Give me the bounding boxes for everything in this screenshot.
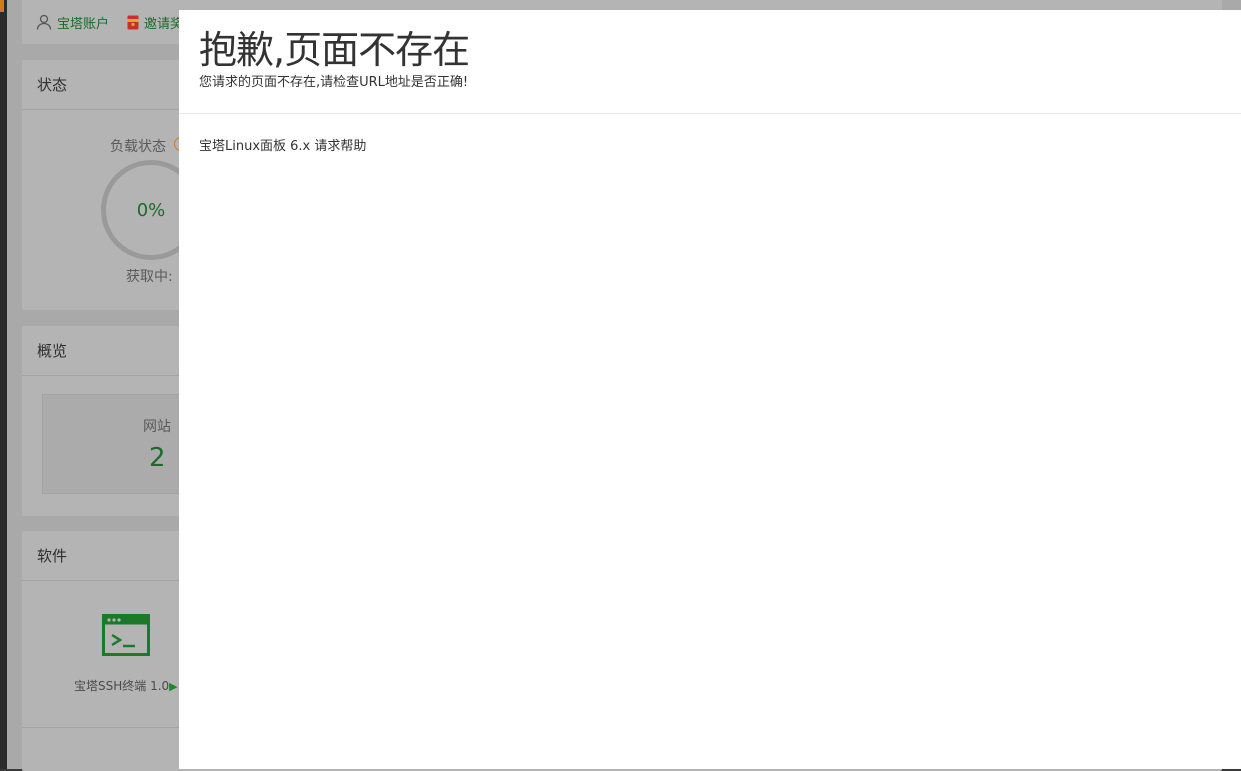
- site-label: 网站: [143, 419, 171, 435]
- help-footer[interactable]: 宝塔Linux面板 6.x 请求帮助: [199, 135, 366, 154]
- fetching-label: 获取中:: [126, 269, 173, 285]
- edge-marker: [0, 0, 4, 12]
- ssh-terminal-label[interactable]: 宝塔SSH终端 1.0▶: [74, 677, 178, 694]
- invite-link[interactable]: 邀请奖: [127, 13, 183, 32]
- play-arrow-icon[interactable]: ▶: [169, 680, 177, 693]
- account-link[interactable]: 宝塔账户: [36, 13, 109, 32]
- user-icon: [36, 14, 52, 30]
- site-count: 2: [149, 443, 166, 473]
- divider: [179, 113, 1241, 114]
- load-status-label: 负载状态: [110, 139, 166, 155]
- left-edge-strip: [0, 0, 7, 769]
- ssh-terminal-name: 宝塔SSH终端 1.0: [74, 679, 170, 693]
- terminal-icon[interactable]: [102, 614, 150, 660]
- account-label: 宝塔账户: [57, 16, 110, 32]
- gift-icon: [127, 15, 139, 30]
- error-subtitle: 您请求的页面不存在,请检查URL地址是否正确!: [199, 75, 469, 90]
- error-modal: 抱歉,页面不存在 您请求的页面不存在,请检查URL地址是否正确! 宝塔Linux…: [179, 10, 1241, 769]
- invite-label: 邀请奖: [144, 16, 184, 32]
- error-title: 抱歉,页面不存在: [199, 28, 470, 72]
